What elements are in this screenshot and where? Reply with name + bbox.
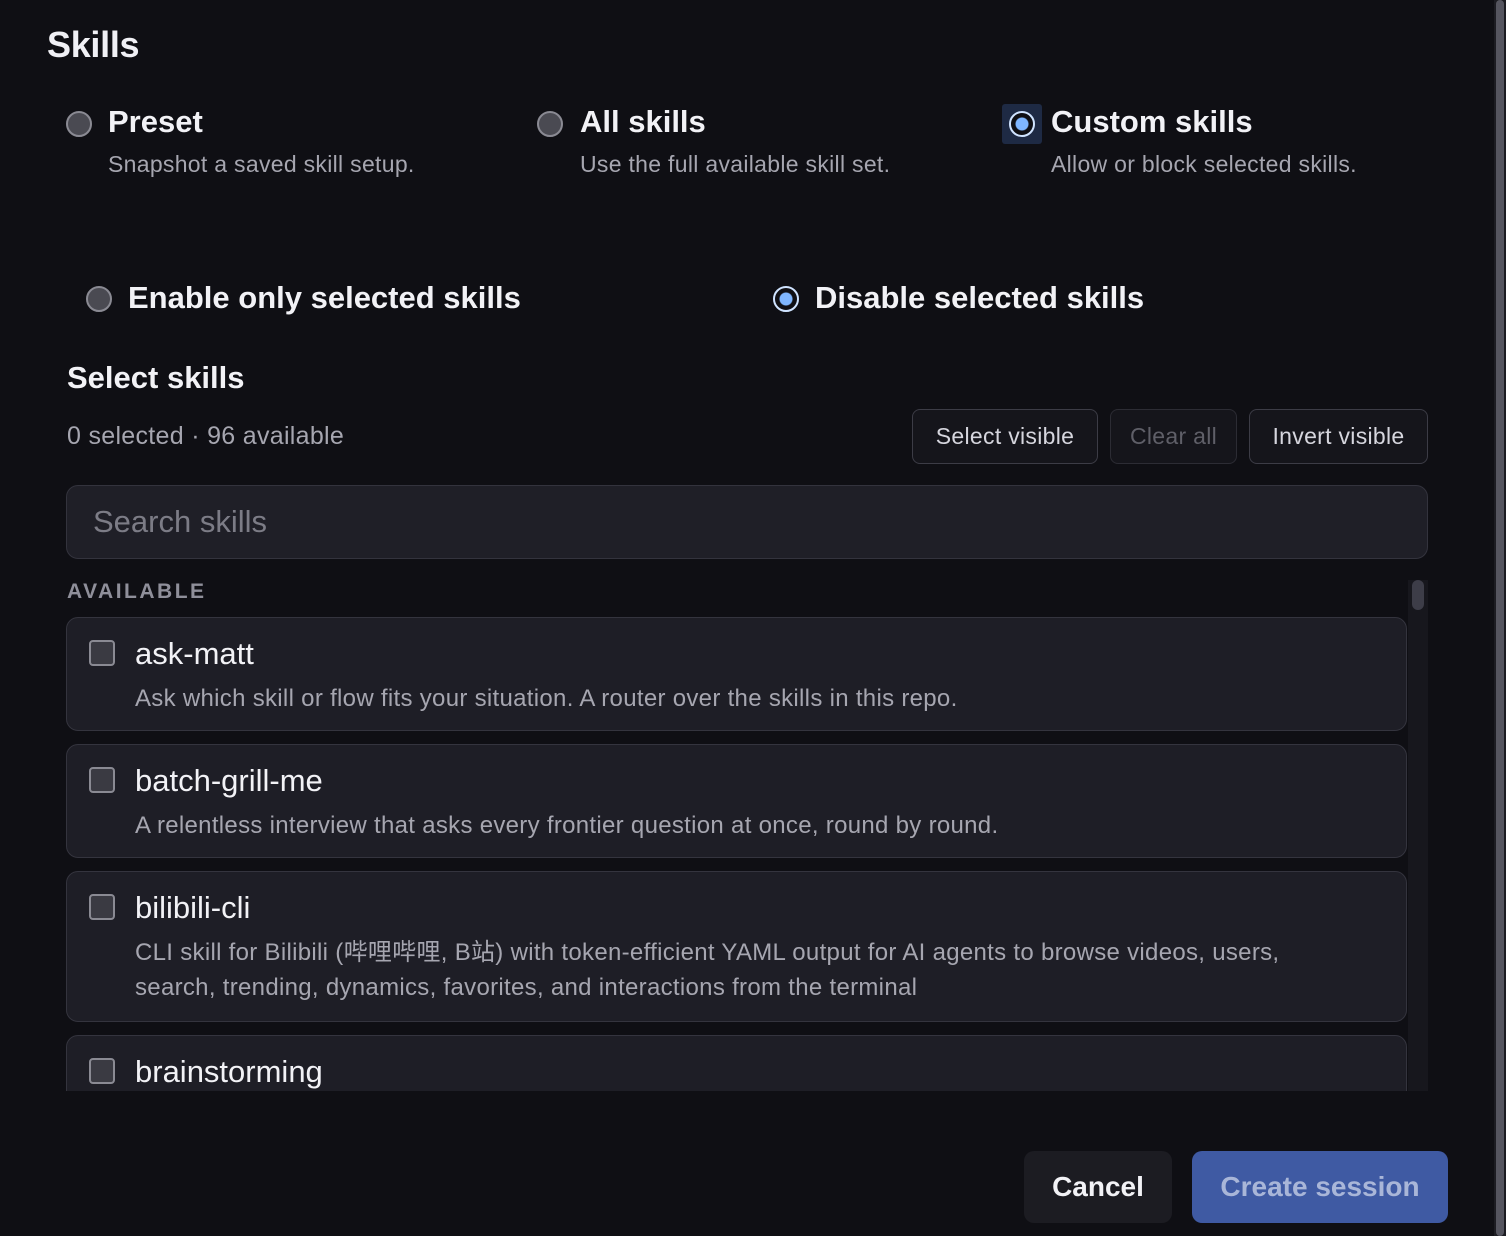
preset-desc: Snapshot a saved skill setup. <box>108 151 415 177</box>
all-skills-desc: Use the full available skill set. <box>580 151 891 177</box>
all-skills-label: All skills <box>580 104 706 139</box>
custom-skills-desc: Allow or block selected skills. <box>1051 151 1357 177</box>
custom-skills-radio-wrap[interactable] <box>1002 104 1042 144</box>
custom-skills-radio[interactable] <box>1009 111 1035 137</box>
enable-only-label: Enable only selected skills <box>128 280 521 315</box>
select-visible-button[interactable]: Select visible <box>912 409 1098 464</box>
list-scrollbar-thumb[interactable] <box>1412 580 1424 610</box>
skill-card-brainstorming[interactable]: brainstorming <box>66 1035 1407 1091</box>
skills-list[interactable]: ask-matt Ask which skill or flow fits yo… <box>66 617 1407 1091</box>
clear-all-button[interactable]: Clear all <box>1110 409 1237 464</box>
create-session-button[interactable]: Create session <box>1192 1151 1448 1223</box>
skill-card-batch-grill-me[interactable]: batch-grill-me A relentless interview th… <box>66 744 1407 858</box>
preset-radio[interactable] <box>66 111 92 137</box>
disable-selected-label: Disable selected skills <box>815 280 1145 315</box>
skill-desc: A relentless interview that asks every f… <box>135 812 999 839</box>
preset-radio-wrap[interactable] <box>59 104 99 144</box>
skill-card-ask-matt[interactable]: ask-matt Ask which skill or flow fits yo… <box>66 617 1407 731</box>
section-title: Skills <box>47 24 140 65</box>
search-input[interactable] <box>66 485 1428 559</box>
skill-name: batch-grill-me <box>135 763 323 798</box>
skill-desc: CLI skill for Bilibili (哔哩哔哩, B站) with t… <box>135 939 1280 1001</box>
disable-selected-radio[interactable] <box>773 286 799 312</box>
skills-dialog: Skills Preset Snapshot a saved skill set… <box>0 0 1506 1236</box>
all-skills-radio-wrap[interactable] <box>530 104 570 144</box>
skill-desc: Ask which skill or flow fits your situat… <box>135 685 958 712</box>
preset-label: Preset <box>108 104 203 139</box>
select-skills-title: Select skills <box>67 360 245 395</box>
custom-skills-label: Custom skills <box>1051 104 1253 139</box>
skill-name: ask-matt <box>135 636 254 671</box>
skill-checkbox[interactable] <box>89 640 115 666</box>
page-scrollbar-thumb[interactable] <box>1496 0 1504 1236</box>
skill-name: bilibili-cli <box>135 890 251 925</box>
list-scrollbar[interactable] <box>1408 580 1428 1091</box>
available-heading: AVAILABLE <box>67 580 207 603</box>
selection-count: 0 selected · 96 available <box>67 422 345 450</box>
invert-visible-button[interactable]: Invert visible <box>1249 409 1428 464</box>
skill-name: brainstorming <box>135 1054 323 1089</box>
page-scrollbar[interactable] <box>1494 0 1506 1236</box>
enable-only-radio[interactable] <box>86 286 112 312</box>
skill-checkbox[interactable] <box>89 767 115 793</box>
skill-checkbox[interactable] <box>89 894 115 920</box>
skill-card-bilibili-cli[interactable]: bilibili-cli CLI skill for Bilibili (哔哩哔… <box>66 871 1407 1022</box>
cancel-button[interactable]: Cancel <box>1024 1151 1172 1223</box>
skill-checkbox[interactable] <box>89 1058 115 1084</box>
all-skills-radio[interactable] <box>537 111 563 137</box>
